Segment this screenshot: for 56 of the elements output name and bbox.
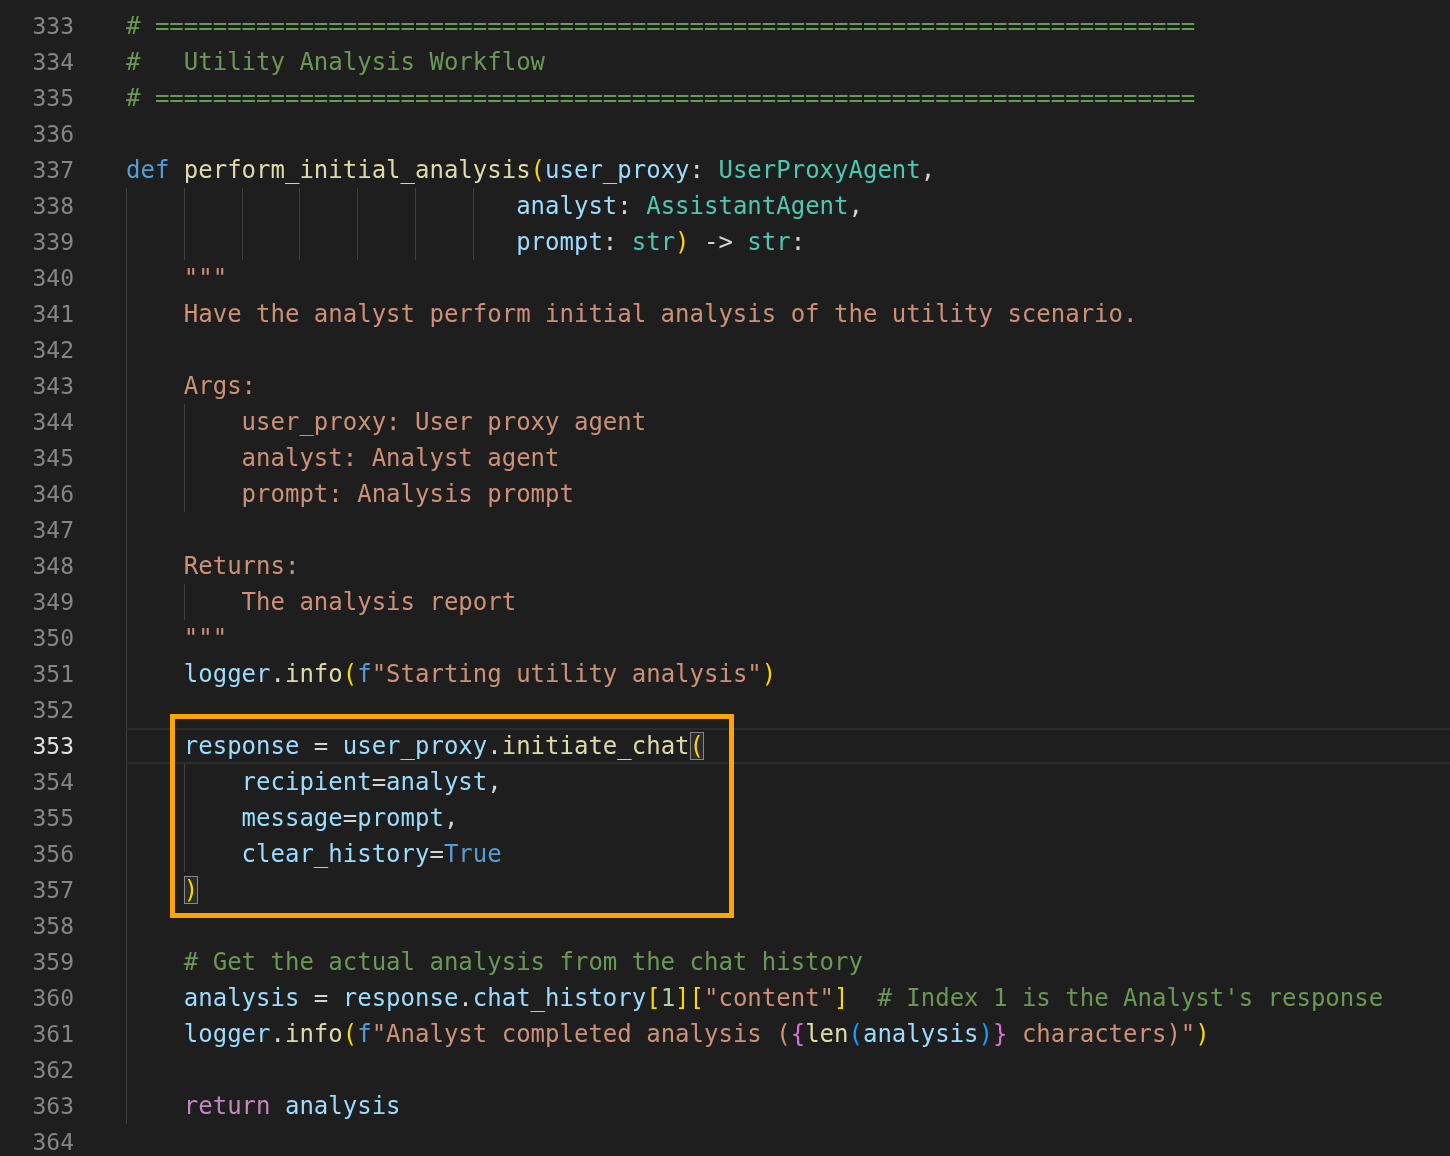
line-number: 363 <box>31 1092 75 1121</box>
code-line: # ======================================================================== <box>126 12 1196 40</box>
line-number: 353 <box>31 732 75 761</box>
line-number: 354 <box>31 768 75 797</box>
line-number: 348 <box>31 552 75 581</box>
code-line: response = user_proxy.initiate_chat( <box>182 732 704 760</box>
line-number: 334 <box>31 48 75 77</box>
code-line: recipient=analyst, <box>240 768 502 796</box>
line-number: 336 <box>31 120 75 149</box>
line-number: 344 <box>31 408 75 437</box>
line-number: 350 <box>31 624 75 653</box>
line-number: 364 <box>31 1128 75 1156</box>
code-line: analyst: AssistantAgent, <box>515 192 863 220</box>
line-number: 342 <box>31 336 75 365</box>
code-line: Args: <box>182 372 257 400</box>
code-line: # Utility Analysis Workflow <box>126 48 546 76</box>
line-number: 347 <box>31 516 75 545</box>
line-number: 340 <box>31 264 75 293</box>
line-number: 362 <box>31 1056 75 1085</box>
code-line: clear_history=True <box>240 840 502 868</box>
code-line: user_proxy: User proxy agent <box>240 408 647 436</box>
line-number: 343 <box>31 372 75 401</box>
code-line: return analysis <box>182 1092 401 1120</box>
code-line: logger.info(f"Analyst completed analysis ({len(analysis)} characters)") <box>182 1020 1210 1048</box>
line-number: 338 <box>31 192 75 221</box>
line-number: 346 <box>31 480 75 509</box>
code-line: """ <box>182 264 228 292</box>
line-number: 333 <box>31 12 75 41</box>
line-number: 361 <box>31 1020 75 1049</box>
code-line: message=prompt, <box>240 804 459 832</box>
line-number: 335 <box>31 84 75 113</box>
code-line: Returns: <box>182 552 300 580</box>
code-line: The analysis report <box>240 588 517 616</box>
code-line: """ <box>182 624 228 652</box>
code-line: logger.info(f"Starting utility analysis") <box>182 660 777 688</box>
line-number: 352 <box>31 696 75 725</box>
code-line: prompt: Analysis prompt <box>240 480 574 508</box>
line-number: 339 <box>31 228 75 257</box>
line-number: 359 <box>31 948 75 977</box>
code-line: analyst: Analyst agent <box>240 444 560 472</box>
line-number: 341 <box>31 300 75 329</box>
line-number: 356 <box>31 840 75 869</box>
line-number: 351 <box>31 660 75 689</box>
line-number: 349 <box>31 588 75 617</box>
code-line: Have the analyst perform initial analysis of the utility scenario. <box>182 300 1138 328</box>
code-line: def perform_initial_analysis(user_proxy: UserProxyAgent, <box>126 156 936 184</box>
line-number: 355 <box>31 804 75 833</box>
line-number: 357 <box>31 876 75 905</box>
code-line: # Get the actual analysis from the chat history <box>182 948 863 976</box>
line-number: 360 <box>31 984 75 1013</box>
line-number: 337 <box>31 156 75 185</box>
code-line: prompt: str) -> str: <box>515 228 806 256</box>
code-line: # ======================================================================== <box>126 84 1196 112</box>
line-number: 345 <box>31 444 75 473</box>
line-number: 358 <box>31 912 75 941</box>
code-line: analysis = response.chat_history[1]["content"] # Index 1 is the Analyst's response <box>182 984 1384 1012</box>
